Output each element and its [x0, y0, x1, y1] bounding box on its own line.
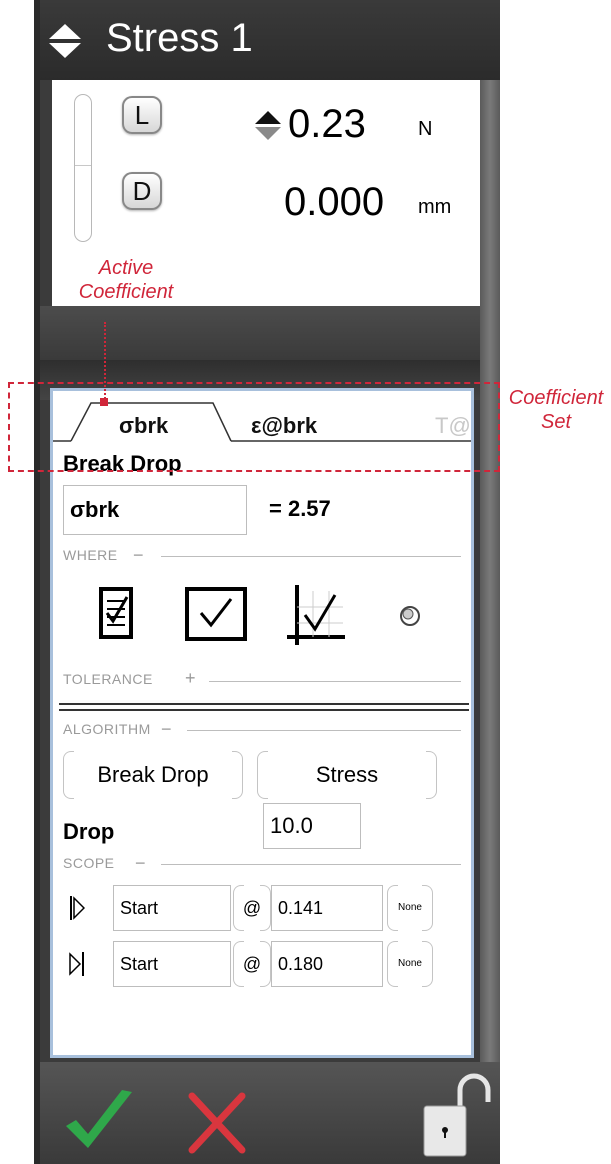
scope-ref-select[interactable]: Start — [113, 941, 231, 987]
scope-toggle[interactable]: − — [135, 853, 146, 874]
scope-value-input[interactable]: 0.180 — [271, 941, 383, 987]
x-icon[interactable] — [186, 1090, 248, 1156]
annotation-text: Active — [98, 257, 154, 279]
divider — [187, 730, 461, 731]
slider-tick — [75, 165, 91, 166]
sort-arrows-icon[interactable] — [254, 110, 282, 142]
coefficient-panel: Stress 1 L D 0.23 N 0.000 mm σbrk ε@brk … — [34, 0, 500, 1164]
coefficient-result: = 2.57 — [269, 496, 331, 521]
annotation-text: Coefficient — [508, 387, 604, 409]
where-toggle[interactable]: − — [133, 545, 144, 566]
sort-arrows-icon[interactable] — [48, 22, 82, 60]
annotation-active-coefficient: Active Coefficient — [56, 256, 196, 304]
drop-input[interactable]: 10.0 — [263, 803, 361, 849]
divider — [161, 556, 461, 557]
algorithm-method-button[interactable]: Break Drop — [63, 751, 243, 799]
annotation-coefficient-set: Coefficient Set — [502, 386, 610, 434]
page-title: Stress 1 — [106, 16, 253, 60]
algorithm-label: ALGORITHM — [63, 721, 151, 737]
tolerance-label: TOLERANCE — [63, 671, 153, 687]
displacement-unit: mm — [418, 196, 452, 218]
load-value: 0.23 — [288, 102, 366, 146]
load-unit: N — [418, 118, 433, 140]
double-divider — [59, 703, 469, 711]
title-bar: Stress 1 — [40, 0, 500, 80]
scrollbar[interactable] — [480, 80, 500, 1080]
coefficient-name-input[interactable]: σbrk — [63, 485, 247, 535]
footer-bar — [40, 1062, 500, 1164]
checkmark-icon[interactable] — [62, 1086, 136, 1156]
scope-ref-select[interactable]: Start — [113, 885, 231, 931]
checkbox-icon[interactable] — [185, 587, 247, 641]
scope-end-icon[interactable] — [69, 951, 85, 977]
tolerance-toggle[interactable]: + — [185, 668, 196, 689]
scope-label: SCOPE — [63, 855, 115, 871]
drop-label: Drop — [63, 819, 115, 844]
algorithm-channel-button[interactable]: Stress — [257, 751, 437, 799]
annotation-text: Set — [540, 411, 572, 433]
where-label: WHERE — [63, 547, 118, 563]
scope-start-icon[interactable] — [69, 895, 85, 921]
scope-unit-button[interactable]: None — [387, 941, 433, 987]
annotation-text: Coefficient — [78, 281, 174, 303]
slider-track[interactable] — [74, 94, 92, 242]
unlock-icon[interactable] — [420, 1068, 492, 1158]
scope-at-button[interactable]: @ — [233, 885, 271, 931]
checklist-icon[interactable] — [99, 587, 133, 639]
scope-value-input[interactable]: 0.141 — [271, 885, 383, 931]
sphere-icon[interactable] — [399, 605, 421, 627]
coefficient-set-highlight — [8, 382, 500, 472]
divider — [161, 864, 461, 865]
load-button[interactable]: L — [122, 96, 162, 134]
displacement-button[interactable]: D — [122, 172, 162, 210]
scope-unit-button[interactable]: None — [387, 885, 433, 931]
displacement-value: 0.000 — [284, 180, 385, 224]
algorithm-toggle[interactable]: − — [161, 719, 172, 740]
chart-check-icon[interactable] — [287, 583, 345, 647]
coefficient-card: σbrk ε@brk T@b Break Drop σbrk = 2.57 WH… — [50, 388, 474, 1058]
spacer-band — [40, 306, 480, 360]
scope-at-button[interactable]: @ — [233, 941, 271, 987]
divider — [209, 681, 461, 682]
